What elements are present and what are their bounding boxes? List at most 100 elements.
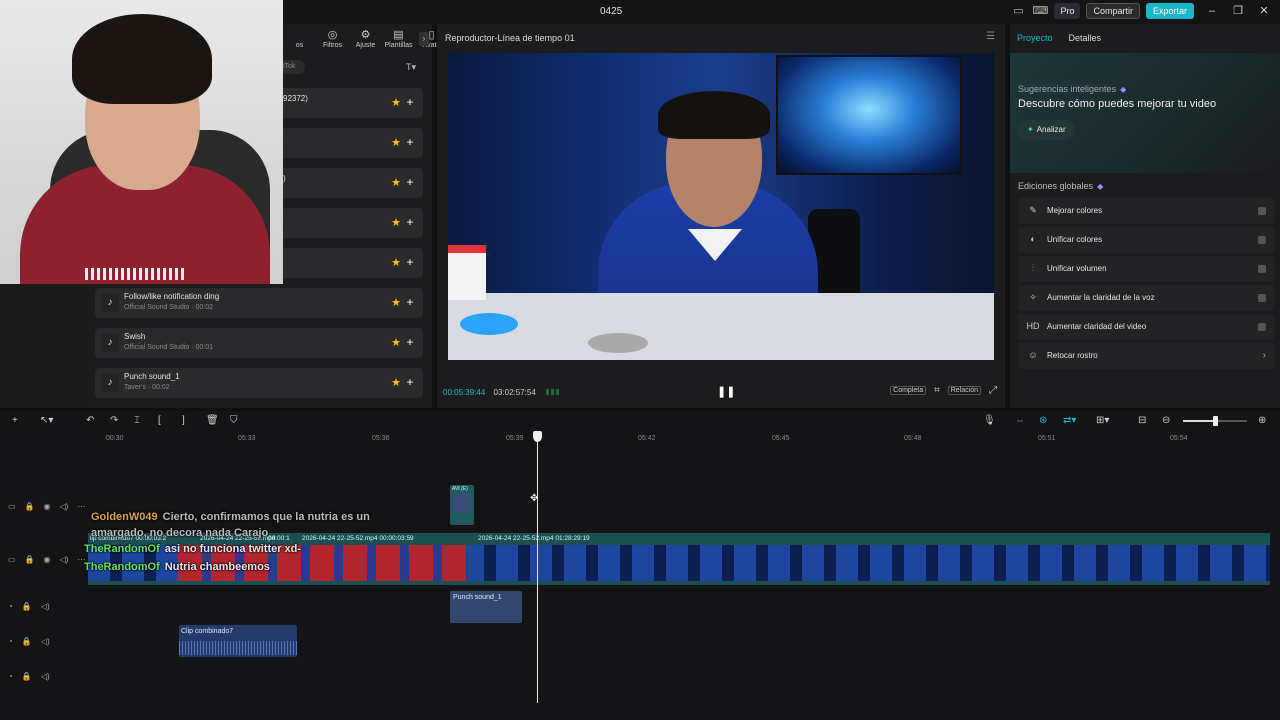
zoom-in-icon[interactable]: ⊕ [1258, 415, 1266, 426]
add-icon[interactable]: + [403, 374, 417, 390]
delete-icon[interactable]: 🗑 [206, 415, 219, 426]
keyboard-icon[interactable]: ⌨ [1032, 3, 1049, 19]
list-item[interactable]: ♪ Follow/like notification ding Official… [95, 288, 423, 318]
list-item[interactable]: ♪ Punch sound_1 Taver's · 00:02 ★ + [95, 368, 423, 398]
global-edit-unify-volume[interactable]: ⫶ Unificar volumen [1018, 256, 1274, 282]
split-icon[interactable]: ⌶ [134, 415, 140, 426]
smart-suggestions-label: Sugerencias inteligentes ◆ [1018, 84, 1126, 94]
trim-right-icon[interactable]: ] [182, 415, 185, 426]
full-quality-button[interactable]: Completa [890, 386, 927, 395]
global-edit-retouch-face[interactable]: ☺ Retocar rostro › [1018, 343, 1274, 369]
caption-icon[interactable]: ⊟ [1138, 415, 1146, 426]
gem-icon: ◆ [1097, 182, 1104, 191]
chevron-right-icon[interactable]: › [419, 32, 429, 46]
lock-icon[interactable]: 🔒 [22, 637, 32, 646]
audio-clip[interactable]: Punch sound_1 [450, 591, 522, 623]
add-icon[interactable]: + [403, 134, 417, 150]
global-edit-label: Retocar rostro [1047, 351, 1098, 360]
lock-icon[interactable]: 🔒 [25, 555, 35, 564]
audio-clip[interactable]: Clip combinado7 [179, 625, 297, 657]
trim-left-icon[interactable]: [ [158, 415, 161, 426]
chevron-right-icon: › [1262, 350, 1266, 361]
tab-partial[interactable]: os [283, 28, 316, 49]
timeline-ruler[interactable]: 00:30 05:33 05:36 05:39 05:42 05:45 05:4… [88, 433, 1280, 447]
close-icon[interactable]: ✕ [1256, 3, 1272, 19]
list-item[interactable]: ♪ Swish Official Sound Studio · 00:01 ★ + [95, 328, 423, 358]
fullscreen-icon[interactable]: ⤢ [989, 385, 997, 396]
audio-icon[interactable]: ◁) [60, 555, 69, 564]
add-icon[interactable]: + [403, 94, 417, 110]
minimize-icon[interactable]: – [1204, 3, 1220, 19]
toggle-checkbox[interactable] [1258, 294, 1266, 302]
audio-icon[interactable]: ◁) [60, 502, 69, 511]
layout-icon[interactable]: ▭ [1010, 3, 1026, 19]
global-edit-unify-colors[interactable]: ◐ Unificar colores [1018, 227, 1274, 253]
magnet-icon[interactable]: ⊛ [1039, 415, 1047, 426]
star-icon[interactable]: ★ [391, 216, 401, 229]
eye-icon[interactable]: ◉ [44, 555, 51, 564]
share-button[interactable]: Compartir [1086, 3, 1140, 19]
playhead-handle[interactable] [533, 431, 542, 442]
audio-icon[interactable]: ◁) [41, 672, 50, 681]
zoom-slider[interactable] [1183, 416, 1247, 426]
snap-icon[interactable]: ⇄▾ [1063, 415, 1076, 426]
sound-meta: Official Sound Studio · 00:01 [124, 344, 213, 351]
export-button[interactable]: Exportar [1145, 3, 1194, 19]
global-edit-video-clarity[interactable]: HD Aumentar claridad del video [1018, 314, 1274, 340]
zoom-out-icon[interactable]: ⊖ [1162, 415, 1170, 426]
sort-filter-icon[interactable]: T▾ [406, 62, 416, 73]
add-icon[interactable]: + [403, 334, 417, 350]
toggle-checkbox[interactable] [1258, 207, 1266, 215]
restore-icon[interactable]: ❐ [1230, 3, 1246, 19]
star-icon[interactable]: ★ [391, 256, 401, 269]
lock-icon[interactable]: 🔒 [22, 672, 32, 681]
global-edit-enhance-colors[interactable]: ✎ Mejorar colores [1018, 198, 1274, 224]
undo-icon[interactable]: ↶ [86, 415, 94, 426]
timeline-toolbar: + ↖▾ ↶ ↷ ⌶ [ ] 🗑 ⛉ 🎙 ⇔ ⊛ ⇄▾ ⊞▾ ⊟ ⊖ ⊕ [0, 411, 1280, 431]
add-icon[interactable]: + [403, 174, 417, 190]
star-icon[interactable]: ★ [391, 336, 401, 349]
analyze-button[interactable]: ✦ Analizar [1018, 120, 1075, 140]
redo-icon[interactable]: ↷ [110, 415, 118, 426]
tab-templates[interactable]: ▤ Plantillas [382, 28, 415, 49]
tab-project[interactable]: Proyecto [1017, 33, 1053, 43]
sound-name: Swish [124, 332, 146, 341]
more-icon[interactable]: ⋯ [77, 502, 85, 511]
select-tool-icon[interactable]: ↖▾ [40, 415, 53, 426]
category-chip[interactable]: iTok [283, 60, 305, 74]
audio-icon[interactable]: ◁) [41, 602, 50, 611]
tab-adjust[interactable]: ⚙ Ajuste [349, 28, 382, 49]
star-icon[interactable]: ★ [391, 296, 401, 309]
menu-icon[interactable]: ☰ [986, 31, 995, 42]
pause-icon[interactable]: ❚❚ [717, 385, 735, 398]
add-icon[interactable]: + [403, 214, 417, 230]
shield-icon[interactable]: ⛉ [230, 415, 238, 426]
video-preview[interactable] [448, 53, 994, 360]
tab-filters[interactable]: ◎ Filtros [316, 28, 349, 49]
microphone-icon[interactable]: 🎙 [983, 415, 996, 426]
audio-icon[interactable]: ◁) [41, 637, 50, 646]
preview-axis-icon[interactable]: ⊞▾ [1096, 415, 1109, 426]
add-icon[interactable]: + [403, 294, 417, 310]
star-icon[interactable]: ★ [391, 176, 401, 189]
add-icon[interactable]: + [12, 415, 18, 426]
crop-icon[interactable]: ⌗ [934, 385, 940, 396]
zoom-slider-knob[interactable] [1213, 416, 1218, 426]
star-icon[interactable]: ★ [391, 376, 401, 389]
star-icon[interactable]: ★ [391, 96, 401, 109]
add-icon[interactable]: + [403, 254, 417, 270]
eye-icon[interactable]: ◉ [44, 502, 51, 511]
pro-button[interactable]: Pro [1054, 3, 1081, 19]
overlay-clip[interactable]: AVI (E) [450, 485, 474, 525]
ratio-button[interactable]: Relación [947, 386, 981, 395]
lock-icon[interactable]: 🔒 [25, 502, 35, 511]
toggle-checkbox[interactable] [1258, 265, 1266, 273]
global-edit-voice-clarity[interactable]: ✧ Aumentar la claridad de la voz [1018, 285, 1274, 311]
link-icon[interactable]: ⇔ [1015, 415, 1025, 426]
star-icon[interactable]: ★ [391, 136, 401, 149]
playhead[interactable] [537, 435, 538, 703]
lock-icon[interactable]: 🔒 [22, 602, 32, 611]
tab-details[interactable]: Detalles [1069, 33, 1102, 43]
toggle-checkbox[interactable] [1258, 323, 1266, 331]
toggle-checkbox[interactable] [1258, 236, 1266, 244]
